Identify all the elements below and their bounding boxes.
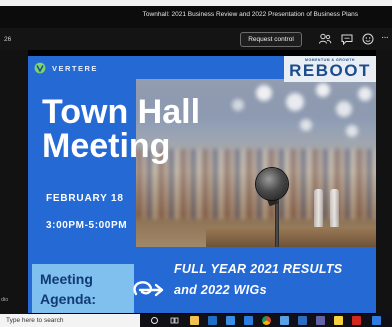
event-time: 3:00PM-5:00PM (46, 220, 128, 231)
ceiling-light (336, 101, 352, 117)
wooden-desk (206, 227, 376, 247)
outlook-icon[interactable] (208, 316, 217, 325)
event-date: FEBRUARY 18 (46, 193, 124, 204)
agenda-arrow-icon (133, 281, 164, 297)
reboot-logo-text: REBOOT (289, 61, 371, 80)
agenda-item-line1: FULL YEAR 2021 RESULTS (174, 262, 343, 276)
people-icon[interactable] (318, 32, 332, 46)
ceiling-light (346, 125, 358, 137)
onedrive-icon[interactable] (280, 316, 289, 325)
chrome-icon[interactable] (262, 316, 271, 325)
agenda-item-line2: and 2022 WIGs (174, 283, 267, 297)
meeting-control-bar: 26 Request control ··· (0, 28, 392, 50)
slide-title-line1: Town Hall (42, 93, 201, 131)
acrobat-icon[interactable] (352, 316, 361, 325)
microphone-icon (256, 168, 288, 200)
vertere-logo-text: VERTERE (52, 63, 98, 73)
shared-screen-slide: VERTERE MOMENTUM & GROWTH REBOOT Town Ha… (28, 56, 376, 313)
windows-taskbar: Type here to search (0, 314, 392, 327)
teams-app-icon[interactable] (316, 316, 325, 325)
agenda-box: Meeting Agenda: (32, 264, 134, 313)
reboot-logo: MOMENTUM & GROWTH REBOOT (284, 56, 376, 82)
right-panel-edge (376, 50, 392, 314)
mail-icon[interactable] (298, 316, 307, 325)
more-options-icon[interactable]: ··· (381, 32, 392, 46)
water-bottle (330, 189, 339, 227)
agenda-label-line1: Meeting (40, 271, 93, 287)
water-bottle (314, 189, 323, 227)
vertere-logo-icon (34, 62, 46, 74)
task-view-icon[interactable] (170, 316, 179, 325)
ceiling-light (300, 119, 312, 131)
vertere-logo: VERTERE (34, 62, 98, 74)
taskbar-search-placeholder: Type here to search (6, 317, 64, 324)
agenda-label-line2: Agenda: (40, 291, 96, 307)
left-panel-edge (0, 50, 28, 314)
reactions-icon[interactable] (361, 32, 375, 46)
dropbox-icon[interactable] (372, 316, 381, 325)
meeting-title-bar: Townhall: 2021 Business Review and 2022 … (0, 6, 392, 28)
request-control-button[interactable]: Request control (240, 32, 302, 47)
start-icon[interactable] (150, 316, 159, 325)
store-icon[interactable] (226, 316, 235, 325)
sticky-notes-icon[interactable] (334, 316, 343, 325)
teams-icon[interactable] (244, 316, 253, 325)
taskbar-search-box[interactable]: Type here to search (0, 314, 140, 327)
chat-icon[interactable] (340, 32, 354, 46)
ceiling-light (286, 93, 304, 111)
left-edge-label: dio (1, 297, 9, 303)
ceiling-light (232, 99, 244, 111)
ceiling-light (316, 83, 330, 97)
call-timer: 26 (4, 36, 12, 43)
file-explorer-icon[interactable] (190, 316, 199, 325)
ceiling-light (358, 87, 372, 101)
ceiling-light (256, 85, 272, 101)
meeting-title: Townhall: 2021 Business Review and 2022 … (142, 11, 358, 18)
slide-title-line2: Meeting (42, 127, 171, 165)
